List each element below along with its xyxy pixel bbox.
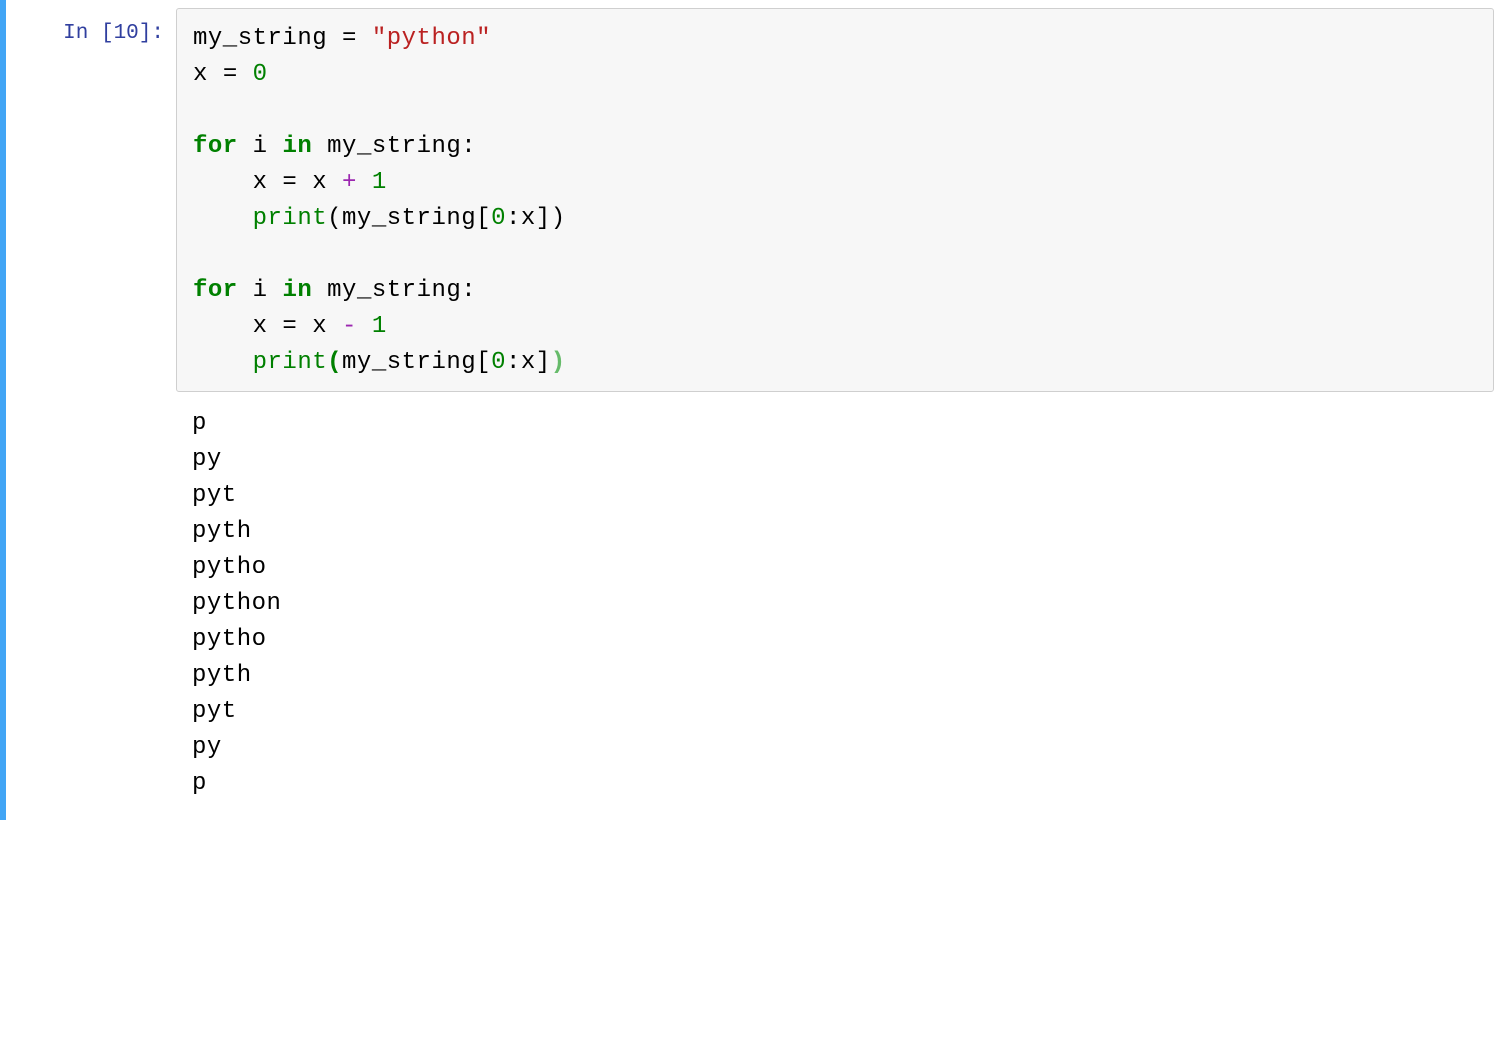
cell-body: my_string = "python" x = 0 for i in my_s… [176, 8, 1510, 812]
input-prompt: In [10]: [6, 8, 176, 812]
code-output: p py pyt pyth pytho python pytho pyth py… [176, 392, 1494, 812]
notebook-cell: In [10]: my_string = "python" x = 0 for … [0, 0, 1510, 820]
code-input[interactable]: my_string = "python" x = 0 for i in my_s… [176, 8, 1494, 392]
